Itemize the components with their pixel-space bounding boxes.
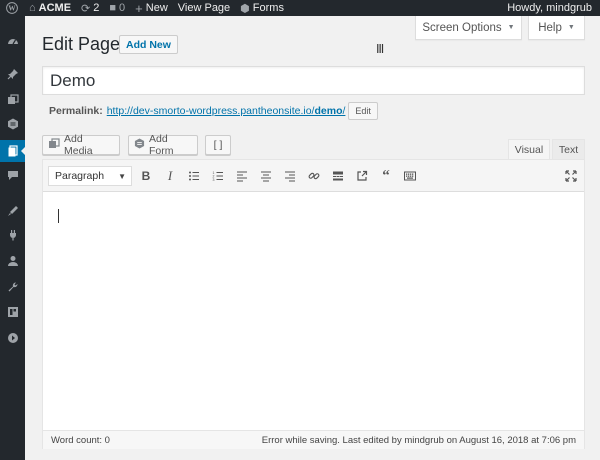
wordpress-logo-icon[interactable]: W xyxy=(0,0,24,16)
comments-icon[interactable] xyxy=(0,164,25,186)
editor-content-area[interactable] xyxy=(43,193,584,430)
permalink-slug: demo xyxy=(314,105,343,117)
shortcode-label: [ ] xyxy=(213,139,223,151)
editor-toolbar: Paragraph ▼ B I 123 “ xyxy=(43,160,584,192)
plugins-icon[interactable] xyxy=(0,224,25,246)
settings-icon[interactable] xyxy=(0,301,25,323)
updates-link[interactable]: ⟳ 2 xyxy=(76,0,104,16)
updates-icon: ⟳ xyxy=(81,2,91,15)
admin-menu xyxy=(0,16,26,460)
bold-icon[interactable]: B xyxy=(138,168,154,184)
help-label: Help xyxy=(538,21,562,34)
forms-label: Forms xyxy=(252,2,284,14)
caret-down-icon: ▼ xyxy=(507,24,515,31)
tab-text[interactable]: Text xyxy=(552,139,585,159)
post-title-input[interactable]: Demo xyxy=(42,66,585,95)
site-name: ACME xyxy=(38,2,72,14)
insert-link-icon[interactable] xyxy=(306,168,322,184)
screen-options-button[interactable]: Screen Options ▼ xyxy=(415,16,522,40)
word-count: Word count: 0 xyxy=(51,434,110,446)
greeting: Howdy, mindgrub xyxy=(507,2,592,14)
edit-slug-button[interactable]: Edit xyxy=(348,102,378,120)
pages-icon[interactable] xyxy=(0,140,26,162)
read-more-icon[interactable] xyxy=(330,168,346,184)
svg-text:3: 3 xyxy=(213,178,215,182)
svg-text:W: W xyxy=(8,5,16,13)
add-new-button[interactable]: Add New xyxy=(119,35,178,54)
fullscreen-icon[interactable] xyxy=(354,168,370,184)
new-content-link[interactable]: + New xyxy=(130,0,173,16)
expand-icon[interactable] xyxy=(563,168,579,184)
align-center-icon[interactable] xyxy=(258,168,274,184)
permalink-trailing: / xyxy=(342,105,346,117)
permalink-label: Permalink: xyxy=(49,105,103,117)
users-icon[interactable] xyxy=(0,250,25,272)
add-form-label: Add Form xyxy=(149,133,174,157)
view-page-link[interactable]: View Page xyxy=(173,0,235,16)
numbered-list-icon[interactable]: 123 xyxy=(210,168,226,184)
admin-bar: W ⌂ ACME ⟳ 2 ■ 0 + New View Page ⬢ Forms… xyxy=(0,0,600,16)
page-title: Edit Page xyxy=(42,34,121,54)
text-cursor-icon: Ⅲ xyxy=(376,42,385,56)
media-icon[interactable] xyxy=(0,89,25,111)
shortcode-button[interactable]: [ ] xyxy=(205,135,231,155)
posts-icon[interactable] xyxy=(0,63,25,85)
new-label: New xyxy=(145,2,168,14)
view-page-label: View Page xyxy=(177,2,231,14)
permalink-base: http://dev-smorto-wordpress.pantheonsite… xyxy=(106,105,315,117)
comments-count: 0 xyxy=(119,2,126,14)
forms-icon: ⬢ xyxy=(240,2,250,15)
permalink-link[interactable]: http://dev-smorto-wordpress.pantheonsite… xyxy=(107,105,346,117)
appearance-icon[interactable] xyxy=(0,200,25,222)
content-editor: Paragraph ▼ B I 123 “ Word count: 0 Erro… xyxy=(42,159,585,449)
caret-down-icon: ▼ xyxy=(567,24,575,31)
comment-bubble-icon: ■ xyxy=(109,2,117,14)
tools-icon[interactable] xyxy=(0,276,25,298)
save-status: Error while saving. Last edited by mindg… xyxy=(261,434,576,446)
blockquote-icon[interactable]: “ xyxy=(378,168,394,184)
plus-icon: + xyxy=(135,0,143,16)
add-form-button[interactable]: Add Form xyxy=(128,133,198,157)
add-media-icon xyxy=(48,137,60,153)
italic-icon[interactable]: I xyxy=(162,168,178,184)
editor-status-bar: Word count: 0 Error while saving. Last e… xyxy=(43,430,584,449)
account-menu[interactable]: Howdy, mindgrub xyxy=(502,0,600,16)
align-right-icon[interactable] xyxy=(282,168,298,184)
tab-visual[interactable]: Visual xyxy=(508,139,550,159)
format-select-value: Paragraph xyxy=(55,170,105,182)
format-select[interactable]: Paragraph ▼ xyxy=(48,166,132,186)
form-hexagon-icon xyxy=(134,138,145,152)
toolbar-toggle-icon[interactable] xyxy=(402,168,418,184)
add-media-label: Add Media xyxy=(64,133,93,157)
site-name-link[interactable]: ⌂ ACME xyxy=(24,0,76,16)
forms-link[interactable]: ⬢ Forms xyxy=(235,0,289,16)
dashboard-icon[interactable] xyxy=(0,30,25,52)
text-caret xyxy=(58,209,59,223)
bulleted-list-icon[interactable] xyxy=(186,168,202,184)
comments-link[interactable]: ■ 0 xyxy=(104,0,130,16)
updates-count: 2 xyxy=(93,2,100,14)
home-icon: ⌂ xyxy=(29,2,36,14)
screen-options-label: Screen Options xyxy=(422,21,502,34)
help-button[interactable]: Help ▼ xyxy=(528,16,585,40)
align-left-icon[interactable] xyxy=(234,168,250,184)
caret-down-icon: ▼ xyxy=(118,172,126,181)
forms-icon[interactable] xyxy=(0,113,25,135)
permalink-row: Permalink: http://dev-smorto-wordpress.p… xyxy=(49,102,378,120)
collapse-icon[interactable] xyxy=(0,327,25,349)
add-media-button[interactable]: Add Media xyxy=(42,133,120,157)
